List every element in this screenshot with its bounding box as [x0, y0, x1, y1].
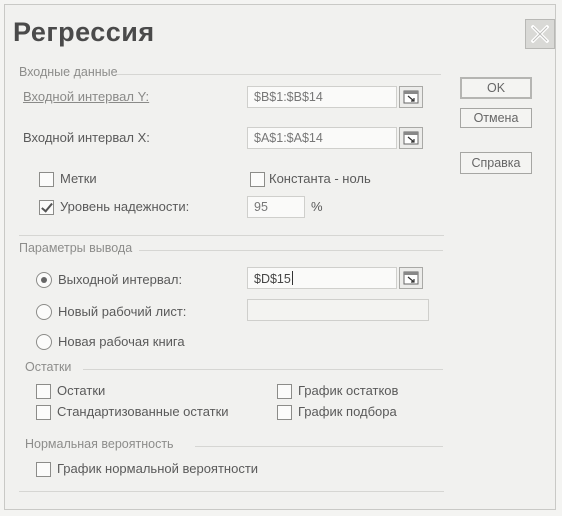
residuals-section-label: Остатки — [25, 360, 72, 374]
labels-label: Метки — [60, 171, 97, 186]
output-range-label: Выходной интервал: — [58, 272, 183, 287]
normal-plot-checkbox[interactable] — [36, 462, 51, 477]
output-section-divider — [139, 250, 443, 251]
close-icon — [531, 25, 549, 43]
input-y-field[interactable]: $B$1:$B$14 — [247, 86, 397, 108]
output-top-divider — [19, 235, 444, 236]
normal-section-label: Нормальная вероятность — [25, 437, 174, 451]
ok-button[interactable]: OK — [460, 77, 532, 99]
confidence-level-field[interactable]: 95 — [247, 196, 305, 218]
text-caret — [291, 271, 293, 285]
close-button[interactable] — [525, 19, 555, 49]
regression-dialog: Регрессия Входные данные Входной интерва… — [4, 4, 556, 510]
residual-plot-checkbox[interactable] — [277, 384, 292, 399]
residual-plot-label: График остатков — [298, 383, 399, 398]
new-sheet-field[interactable] — [247, 299, 429, 321]
output-section-label: Параметры вывода — [19, 241, 133, 255]
new-book-radio[interactable] — [36, 334, 52, 350]
normal-section-divider — [195, 446, 443, 447]
confidence-level-checkbox[interactable] — [39, 200, 54, 215]
input-y-ref-button[interactable] — [399, 86, 423, 108]
new-sheet-label: Новый рабочий лист: — [58, 304, 187, 319]
residuals-section-divider — [83, 369, 443, 370]
input-section-divider — [117, 74, 441, 75]
residuals-label: Остатки — [57, 383, 106, 398]
new-book-label: Новая рабочая книга — [58, 334, 185, 349]
labels-checkbox[interactable] — [39, 172, 54, 187]
std-residuals-checkbox[interactable] — [36, 405, 51, 420]
input-section-label: Входные данные — [19, 65, 118, 79]
new-sheet-radio[interactable] — [36, 304, 52, 320]
input-x-ref-button[interactable] — [399, 127, 423, 149]
collapse-dialog-icon — [403, 90, 419, 104]
std-residuals-label: Стандартизованные остатки — [57, 404, 229, 419]
output-range-field[interactable]: $D$15 — [247, 267, 397, 289]
output-range-radio[interactable] — [36, 272, 52, 288]
collapse-dialog-icon — [403, 131, 419, 145]
line-fit-plot-checkbox[interactable] — [277, 405, 292, 420]
collapse-dialog-icon — [403, 271, 419, 285]
bottom-divider — [19, 491, 444, 492]
confidence-level-label: Уровень надежности: — [60, 199, 190, 214]
constant-zero-checkbox[interactable] — [250, 172, 265, 187]
input-y-label: Входной интервал Y: — [23, 89, 150, 104]
confidence-unit: % — [311, 199, 323, 214]
residuals-checkbox[interactable] — [36, 384, 51, 399]
line-fit-plot-label: График подбора — [298, 404, 397, 419]
normal-plot-label: График нормальной вероятности — [57, 461, 259, 476]
output-range-ref-button[interactable] — [399, 267, 423, 289]
constant-zero-label: Константа - ноль — [269, 171, 371, 186]
help-button[interactable]: Справка — [460, 152, 532, 174]
dialog-title: Регрессия — [13, 17, 155, 47]
cancel-button[interactable]: Отмена — [460, 108, 532, 128]
input-x-label: Входной интервал X: — [23, 130, 150, 145]
input-x-field[interactable]: $A$1:$A$14 — [247, 127, 397, 149]
